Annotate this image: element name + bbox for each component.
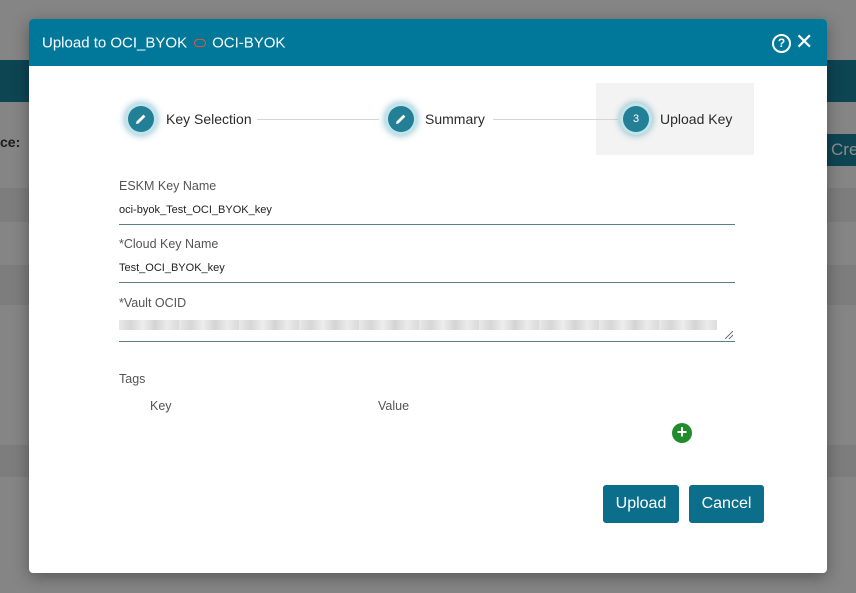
upload-button[interactable]: Upload (603, 485, 679, 523)
eskm-key-name-field: oci-byok_Test_OCI_BYOK_key (119, 204, 735, 225)
eskm-key-name-label: ESKM Key Name (119, 179, 217, 193)
dialog-title: Upload to OCI_BYOK OCI-BYOK (42, 34, 285, 52)
oracle-cloud-icon (194, 39, 207, 48)
cloud-key-name-label: *Cloud Key Name (119, 237, 219, 251)
redacted-value (119, 320, 717, 330)
step-1-pencil-icon[interactable] (128, 106, 154, 132)
tags-label: Tags (119, 372, 146, 386)
close-icon[interactable]: ✕ (795, 31, 813, 53)
step-3-label: Upload Key (660, 111, 733, 127)
cancel-button[interactable]: Cancel (689, 485, 764, 523)
vault-ocid-textarea[interactable] (119, 317, 735, 342)
step-connector (257, 119, 379, 120)
dialog-header: Upload to OCI_BYOK OCI-BYOK ? ✕ (29, 19, 827, 66)
resize-handle-icon[interactable] (725, 331, 733, 339)
upload-key-dialog: Upload to OCI_BYOK OCI-BYOK ? ✕ Key Selec… (29, 19, 827, 573)
cloud-key-name-input[interactable]: Test_OCI_BYOK_key (119, 262, 735, 283)
step-1-label[interactable]: Key Selection (166, 111, 252, 127)
dialog-title-prefix: Upload to OCI_BYOK (42, 34, 188, 52)
vault-ocid-label: *Vault OCID (119, 296, 187, 310)
step-3-number: 3 (623, 106, 649, 132)
tags-key-column-header: Key (150, 399, 172, 413)
help-icon[interactable]: ? (772, 34, 791, 53)
step-2-label[interactable]: Summary (425, 111, 485, 127)
tags-value-column-header: Value (378, 399, 410, 413)
step-connector (493, 119, 618, 120)
step-2-pencil-icon[interactable] (388, 106, 414, 132)
dialog-title-suffix: OCI-BYOK (212, 34, 286, 52)
add-tag-plus-icon[interactable]: + (672, 423, 692, 443)
